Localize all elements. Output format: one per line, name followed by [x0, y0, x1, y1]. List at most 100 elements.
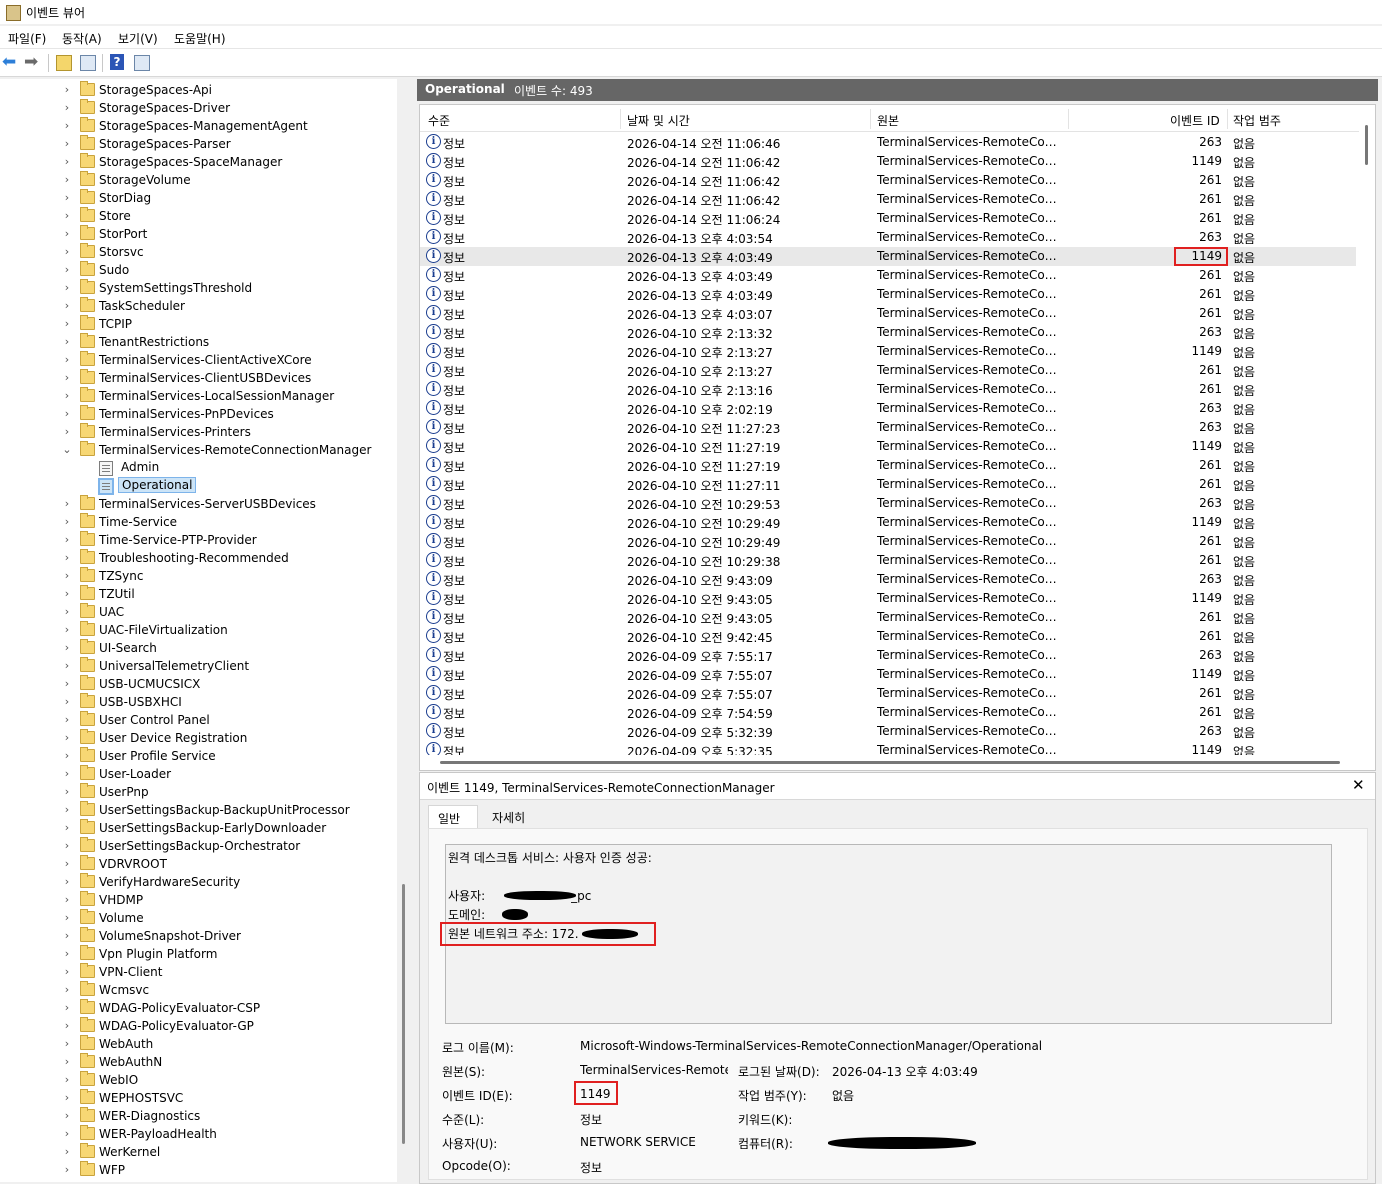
tree-item[interactable]: › WER-Diagnostics: [0, 1107, 395, 1125]
tree-item[interactable]: › USB-UCMUCSICX: [0, 675, 395, 693]
event-row[interactable]: i 정보 2026-04-09 오후 7:55:07 TerminalServices…: [420, 665, 1356, 684]
chevron-right-icon[interactable]: ›: [62, 713, 72, 727]
chevron-right-icon[interactable]: ›: [62, 821, 72, 835]
chevron-right-icon[interactable]: ›: [62, 227, 72, 241]
tree-item[interactable]: › VPN-Client: [0, 963, 395, 981]
chevron-right-icon[interactable]: ›: [62, 1145, 72, 1159]
up-folder-icon[interactable]: [56, 55, 72, 71]
tree-item[interactable]: › VDRVROOT: [0, 855, 395, 873]
tree-item[interactable]: › VerifyHardwareSecurity: [0, 873, 395, 891]
tab-general[interactable]: 일반: [428, 805, 478, 828]
chevron-right-icon[interactable]: ›: [62, 875, 72, 889]
tree-item[interactable]: › WebIO: [0, 1071, 395, 1089]
tree-item[interactable]: › Time-Service: [0, 513, 395, 531]
event-row[interactable]: i 정보 2026-04-13 오후 4:03:07 TerminalServices…: [420, 304, 1356, 323]
event-row[interactable]: i 정보 2026-04-09 오후 7:55:17 TerminalServices…: [420, 646, 1356, 665]
tree-log-item[interactable]: Admin: [0, 459, 395, 477]
chevron-right-icon[interactable]: ›: [62, 749, 72, 763]
tree-item[interactable]: › WebAuth: [0, 1035, 395, 1053]
chevron-right-icon[interactable]: ›: [62, 731, 72, 745]
chevron-right-icon[interactable]: ›: [62, 263, 72, 277]
chevron-right-icon[interactable]: ›: [62, 785, 72, 799]
column-divider[interactable]: [870, 109, 871, 129]
chevron-down-icon[interactable]: ⌄: [62, 443, 72, 457]
tree-item[interactable]: › TerminalServices-ClientUSBDevices: [0, 369, 395, 387]
tree-item[interactable]: › StorageVolume: [0, 171, 395, 189]
chevron-right-icon[interactable]: ›: [62, 299, 72, 313]
menu-action[interactable]: 동작(A): [62, 30, 102, 47]
tree-item[interactable]: › Wcmsvc: [0, 981, 395, 999]
chevron-right-icon[interactable]: ›: [62, 857, 72, 871]
properties-icon[interactable]: [80, 55, 96, 71]
tree-item[interactable]: › UAC-FileVirtualization: [0, 621, 395, 639]
tree-item[interactable]: › UAC: [0, 603, 395, 621]
tree-item[interactable]: › WDAG-PolicyEvaluator-GP: [0, 1017, 395, 1035]
tree-item[interactable]: › TCPIP: [0, 315, 395, 333]
tree-scrollbar[interactable]: [397, 79, 411, 1182]
forward-arrow-icon[interactable]: ➡: [24, 53, 42, 71]
tree-item[interactable]: › UserPnp: [0, 783, 395, 801]
event-row[interactable]: i 정보 2026-04-09 오후 7:55:07 TerminalServices…: [420, 684, 1356, 703]
chevron-right-icon[interactable]: ›: [62, 1001, 72, 1015]
event-row[interactable]: i 정보 2026-04-10 오후 2:13:27 TerminalServices…: [420, 361, 1356, 380]
tree-item[interactable]: › TaskScheduler: [0, 297, 395, 315]
chevron-right-icon[interactable]: ›: [62, 101, 72, 115]
chevron-right-icon[interactable]: ›: [62, 209, 72, 223]
event-row[interactable]: i 정보 2026-04-10 오후 2:13:32 TerminalServices…: [420, 323, 1356, 342]
tree-item[interactable]: › StorageSpaces-ManagementAgent: [0, 117, 395, 135]
chevron-right-icon[interactable]: ›: [62, 1127, 72, 1141]
event-row[interactable]: i 정보 2026-04-10 오전 11:27:19 TerminalService…: [420, 456, 1356, 475]
chevron-right-icon[interactable]: ›: [62, 407, 72, 421]
event-row[interactable]: i 정보 2026-04-14 오전 11:06:42 TerminalService…: [420, 171, 1356, 190]
chevron-right-icon[interactable]: ›: [62, 1019, 72, 1033]
event-row[interactable]: i 정보 2026-04-13 오후 4:03:54 TerminalServices…: [420, 228, 1356, 247]
event-row[interactable]: i 정보 2026-04-13 오후 4:03:49 TerminalServices…: [420, 285, 1356, 304]
menu-view[interactable]: 보기(V): [118, 30, 158, 47]
chevron-right-icon[interactable]: ›: [62, 695, 72, 709]
tree-item[interactable]: › TerminalServices-Printers: [0, 423, 395, 441]
horizontal-scrollbar-thumb[interactable]: [440, 761, 1340, 764]
tree-log-item[interactable]: Operational: [0, 477, 395, 495]
chevron-right-icon[interactable]: ›: [62, 1091, 72, 1105]
chevron-right-icon[interactable]: ›: [62, 335, 72, 349]
chevron-right-icon[interactable]: ›: [62, 983, 72, 997]
tree-item[interactable]: › User Profile Service: [0, 747, 395, 765]
column-divider[interactable]: [1068, 109, 1069, 129]
tree-item[interactable]: › UserSettingsBackup-BackupUnitProcessor: [0, 801, 395, 819]
event-row[interactable]: i 정보 2026-04-10 오전 10:29:53 TerminalService…: [420, 494, 1356, 513]
tree-item[interactable]: › UI-Search: [0, 639, 395, 657]
chevron-right-icon[interactable]: ›: [62, 929, 72, 943]
tree-item[interactable]: › TerminalServices-LocalSessionManager: [0, 387, 395, 405]
chevron-right-icon[interactable]: ›: [62, 533, 72, 547]
tree-item[interactable]: › WebAuthN: [0, 1053, 395, 1071]
event-row[interactable]: i 정보 2026-04-14 오전 11:06:42 TerminalService…: [420, 152, 1356, 171]
tree-item[interactable]: › TerminalServices-ClientActiveXCore: [0, 351, 395, 369]
column-event-id[interactable]: 이벤트 ID: [1170, 112, 1220, 129]
chevron-right-icon[interactable]: ›: [62, 659, 72, 673]
chevron-right-icon[interactable]: ›: [62, 947, 72, 961]
chevron-right-icon[interactable]: ›: [62, 353, 72, 367]
event-row[interactable]: i 정보 2026-04-10 오전 10:29:49 TerminalService…: [420, 532, 1356, 551]
column-category[interactable]: 작업 범주: [1233, 112, 1281, 129]
tree-item[interactable]: › UserSettingsBackup-Orchestrator: [0, 837, 395, 855]
chevron-right-icon[interactable]: ›: [62, 569, 72, 583]
event-row[interactable]: i 정보 2026-04-14 오전 11:06:46 TerminalService…: [420, 133, 1356, 152]
tree-item[interactable]: › TZSync: [0, 567, 395, 585]
event-row[interactable]: i 정보 2026-04-14 오전 11:06:42 TerminalService…: [420, 190, 1356, 209]
tree-item[interactable]: › Storsvc: [0, 243, 395, 261]
chevron-right-icon[interactable]: ›: [62, 137, 72, 151]
event-row[interactable]: i 정보 2026-04-13 오후 4:03:49 TerminalServices…: [420, 266, 1356, 285]
chevron-right-icon[interactable]: ›: [62, 767, 72, 781]
help-icon[interactable]: ?: [110, 54, 124, 70]
tree-item[interactable]: › TenantRestrictions: [0, 333, 395, 351]
tree-item[interactable]: › Troubleshooting-Recommended: [0, 549, 395, 567]
menu-file[interactable]: 파일(F): [8, 30, 46, 47]
chevron-right-icon[interactable]: ›: [62, 677, 72, 691]
chevron-right-icon[interactable]: ›: [62, 1037, 72, 1051]
chevron-right-icon[interactable]: ›: [62, 371, 72, 385]
chevron-right-icon[interactable]: ›: [62, 425, 72, 439]
chevron-right-icon[interactable]: ›: [62, 281, 72, 295]
chevron-right-icon[interactable]: ›: [62, 965, 72, 979]
event-row[interactable]: i 정보 2026-04-14 오전 11:06:24 TerminalService…: [420, 209, 1356, 228]
chevron-right-icon[interactable]: ›: [62, 1163, 72, 1177]
